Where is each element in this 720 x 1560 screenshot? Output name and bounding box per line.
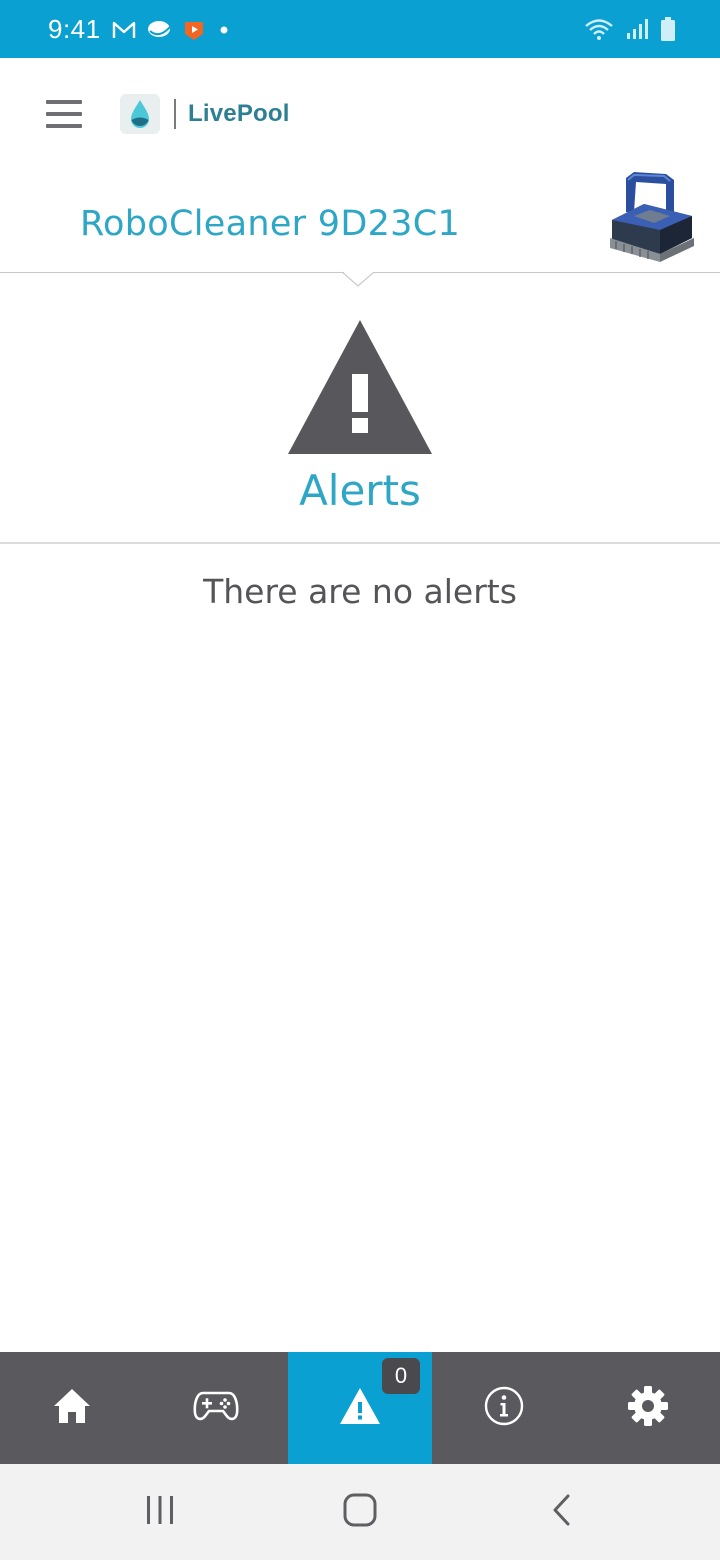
caret-down-icon [341, 264, 375, 296]
menu-line [46, 112, 82, 116]
video-app-icon [182, 18, 206, 42]
tab-remote-control[interactable] [144, 1352, 288, 1464]
water-drop-icon [120, 94, 160, 134]
status-time: 9:41 [48, 14, 101, 44]
warning-icon [284, 316, 436, 458]
home-nav-icon [342, 1492, 378, 1533]
recent-apps-button[interactable] [130, 1482, 190, 1542]
bottom-tab-bar: 0 [0, 1352, 720, 1464]
alerts-divider [0, 542, 720, 544]
notification-dot-icon [216, 22, 232, 38]
app-logo: LivePool [120, 94, 290, 134]
back-button[interactable] [532, 1482, 592, 1542]
device-name: RoboCleaner 9D23C1 [80, 204, 461, 244]
status-icons-right [584, 14, 676, 44]
tab-settings[interactable] [576, 1352, 720, 1464]
tab-info[interactable] [432, 1352, 576, 1464]
chat-bubble-icon [146, 19, 172, 41]
robot-cleaner-image [604, 168, 700, 268]
info-icon [484, 1386, 524, 1431]
alerts-title: Alerts [299, 466, 421, 515]
signal-icon [626, 17, 648, 41]
recent-apps-icon [144, 1494, 176, 1531]
gamepad-icon [193, 1389, 239, 1428]
app-header: LivePool [0, 58, 720, 168]
status-bar: 9:41 [0, 0, 720, 58]
system-nav-bar [0, 1464, 720, 1560]
tab-alerts[interactable]: 0 [288, 1352, 432, 1464]
tab-home[interactable] [0, 1352, 144, 1464]
logo-text: LivePool [188, 100, 290, 127]
wifi-icon [584, 17, 614, 41]
alerts-count-badge: 0 [382, 1358, 420, 1394]
gear-icon [627, 1385, 669, 1432]
back-chevron-icon [548, 1493, 576, 1532]
gmail-icon [112, 20, 136, 40]
empty-alerts-message: There are no alerts [203, 572, 517, 611]
menu-line [46, 124, 82, 128]
logo-divider [174, 99, 176, 129]
menu-line [46, 100, 82, 104]
home-nav-button[interactable] [330, 1482, 390, 1542]
battery-icon [660, 16, 676, 42]
hamburger-menu-icon[interactable] [38, 90, 90, 138]
home-icon [52, 1387, 92, 1430]
status-icons-left [112, 16, 232, 44]
device-row: RoboCleaner 9D23C1 [0, 168, 720, 274]
warning-icon [338, 1386, 382, 1431]
